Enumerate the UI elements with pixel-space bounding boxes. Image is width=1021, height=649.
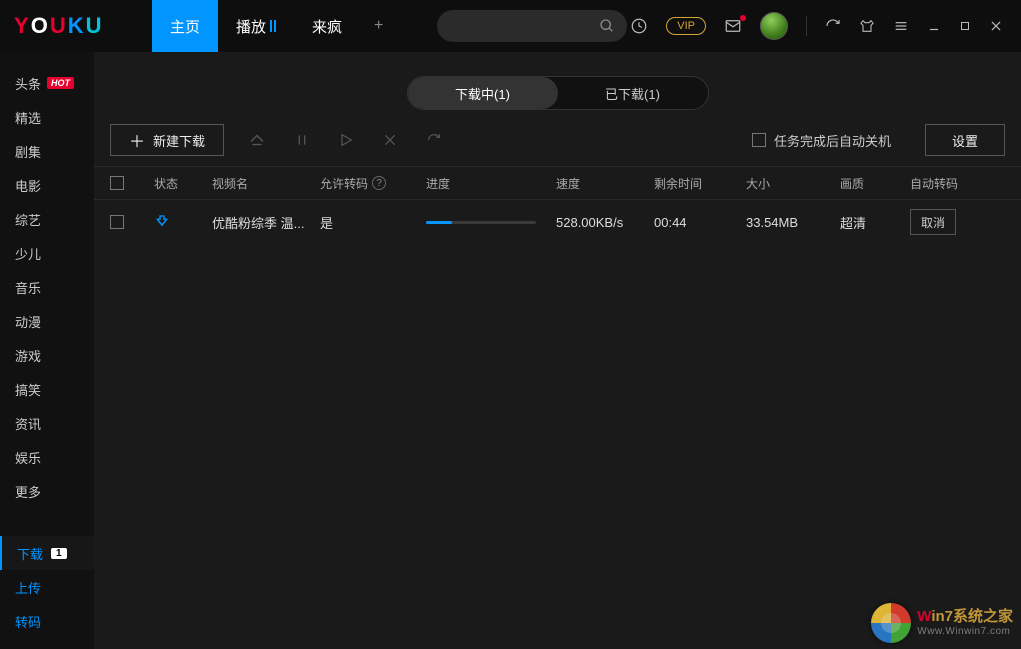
avatar[interactable] [760,12,788,40]
main-area: 下载中(1) 已下载(1) ＋ 新建下载 任务完成后自动关机 设置 [94,52,1021,649]
table-header: 状态 视频名 允许转码 ? 进度 速度 剩余时间 大小 画质 自动转码 [94,166,1021,200]
sidebar-item-download[interactable]: 下载 1 [0,536,94,570]
sidebar-item-shaoer[interactable]: 少儿 [0,236,94,270]
open-folder-icon[interactable] [244,127,270,153]
col-name: 视频名 [212,175,320,192]
close-icon[interactable] [989,19,1003,33]
select-all-checkbox[interactable] [110,176,124,190]
row-size: 33.54MB [746,215,840,230]
sidebar-item-toutiao[interactable]: 头条 HOT [0,66,94,100]
help-icon[interactable]: ? [372,176,386,190]
header-icons: VIP [630,0,1021,52]
pause-all-icon[interactable] [290,128,314,152]
col-speed: 速度 [556,175,654,192]
col-auto: 自动转码 [910,175,970,192]
sidebar: 头条 HOT 精选 剧集 电影 综艺 少儿 音乐 动漫 游戏 搞笑 资讯 娱乐 … [0,52,94,649]
tab-downloading[interactable]: 下载中(1) [408,77,558,109]
minimize-icon[interactable] [927,19,941,33]
history-icon[interactable] [630,17,648,35]
sidebar-item-juji[interactable]: 剧集 [0,134,94,168]
toolbar: ＋ 新建下载 任务完成后自动关机 设置 [94,110,1021,166]
col-quality: 画质 [840,175,910,192]
download-count-badge: 1 [51,548,67,559]
tab-laifeng[interactable]: 来疯 [294,0,360,52]
divider [806,16,807,36]
col-size: 大小 [746,175,840,192]
settings-button[interactable]: 设置 [925,124,1005,156]
sidebar-item-zixun[interactable]: 资讯 [0,406,94,440]
col-progress: 进度 [426,175,556,192]
segment-tabs: 下载中(1) 已下载(1) [94,52,1021,110]
auto-shutdown-checkbox[interactable]: 任务完成后自动关机 [752,131,891,150]
logo[interactable]: YOUKU [0,0,152,52]
row-quality: 超清 [840,213,910,232]
pause-icon [270,20,276,32]
row-speed: 528.00KB/s [556,215,654,230]
sidebar-item-dongman[interactable]: 动漫 [0,304,94,338]
col-allow: 允许转码 ? [320,175,426,192]
sidebar-item-youxi[interactable]: 游戏 [0,338,94,372]
sidebar-item-yule[interactable]: 娱乐 [0,440,94,474]
sidebar-item-gengduo[interactable]: 更多 [0,474,94,508]
tab-downloaded[interactable]: 已下载(1) [558,77,708,109]
search-box[interactable] [437,10,627,42]
sidebar-item-label: 下载 [17,544,43,563]
watermark-title: Win7系统之家 [917,609,1013,626]
downloading-icon [154,214,212,230]
notification-dot [740,15,746,21]
progress-bar [426,221,536,224]
row-remain: 00:44 [654,215,746,230]
sidebar-item-jingxuan[interactable]: 精选 [0,100,94,134]
col-status: 状态 [154,175,212,192]
allow-transcode: 是 [320,213,426,232]
logo-text: YOUKU [14,13,103,39]
search-input[interactable] [449,19,589,34]
refresh-icon[interactable] [825,18,841,34]
sidebar-item-dianying[interactable]: 电影 [0,168,94,202]
maximize-icon[interactable] [959,20,971,32]
video-name: 优酷粉综季 温... [212,213,320,232]
retry-icon[interactable] [422,128,446,152]
vip-badge[interactable]: VIP [666,17,706,35]
plus-icon: ＋ [129,128,145,152]
new-download-button[interactable]: ＋ 新建下载 [110,124,224,156]
col-remain: 剩余时间 [654,175,746,192]
table-row[interactable]: 优酷粉综季 温... 是 528.00KB/s 00:44 33.54MB 超清… [94,200,1021,244]
checkbox-icon [752,133,766,147]
header-bar: YOUKU 主页 播放 来疯 + VIP [0,0,1021,52]
tab-play-label: 播放 [236,16,266,37]
tab-home[interactable]: 主页 [152,0,218,52]
sidebar-item-gaoxiao[interactable]: 搞笑 [0,372,94,406]
mail-icon[interactable] [724,17,742,35]
auto-shutdown-label: 任务完成后自动关机 [774,131,891,150]
cancel-button[interactable]: 取消 [910,209,956,235]
tab-play[interactable]: 播放 [218,0,294,52]
hot-badge: HOT [47,77,74,89]
sidebar-item-zongyi[interactable]: 综艺 [0,202,94,236]
search-icon[interactable] [599,18,615,34]
start-all-icon[interactable] [334,128,358,152]
menu-icon[interactable] [893,18,909,34]
sidebar-item-yinyue[interactable]: 音乐 [0,270,94,304]
watermark: Win7系统之家 Www.Winwin7.com [871,603,1013,643]
sidebar-item-transcode[interactable]: 转码 [0,604,94,638]
new-download-label: 新建下载 [153,131,205,150]
row-checkbox[interactable] [110,215,124,229]
progress-fill [426,221,452,224]
sidebar-item-label: 头条 [15,74,41,93]
skin-icon[interactable] [859,18,875,34]
delete-icon[interactable] [378,128,402,152]
add-tab-button[interactable]: + [360,17,397,35]
sidebar-item-upload[interactable]: 上传 [0,570,94,604]
top-tabs: 主页 播放 来疯 + [152,0,397,52]
watermark-url: Www.Winwin7.com [917,626,1013,637]
watermark-logo-icon [871,603,911,643]
